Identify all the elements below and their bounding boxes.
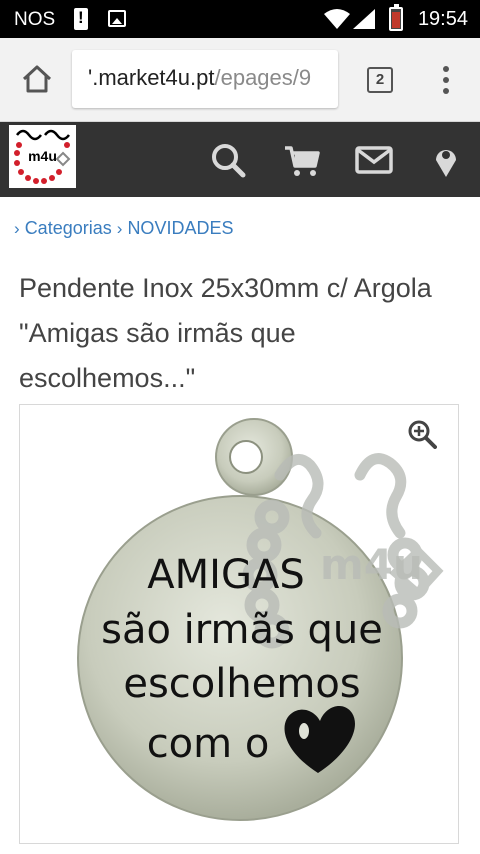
breadcrumb-chevron-icon: ›: [14, 219, 20, 238]
home-icon[interactable]: [20, 62, 54, 96]
status-bar: NOS 19:54: [0, 0, 480, 38]
browser-toolbar: '.market4u.pt/epages/9 2: [0, 38, 480, 122]
pendant-line-4: com o: [147, 721, 270, 767]
logo-text: m4u: [28, 148, 57, 164]
wifi-icon: [324, 9, 350, 29]
breadcrumb-chevron-icon: ›: [116, 219, 123, 238]
overflow-menu-icon[interactable]: [438, 64, 454, 98]
location-pin-icon[interactable]: [426, 140, 466, 180]
breadcrumb-item-novidades[interactable]: NOVIDADES: [127, 218, 233, 238]
product-image[interactable]: m4u AMIGAS são irmãs que escolhemos com …: [19, 404, 459, 844]
alert-notification-icon: [74, 8, 88, 30]
pendant-line-1: AMIGAS: [147, 552, 304, 598]
url-path: /epages/9: [214, 65, 312, 90]
pendant-line-3: escolhemos: [123, 661, 360, 707]
battery-icon: [389, 4, 403, 31]
clock: 19:54: [417, 8, 468, 30]
carrier-name: NOS: [14, 9, 56, 30]
signal-icon: [353, 9, 375, 29]
cart-icon[interactable]: [282, 140, 322, 180]
pendant-line-2: são irmãs que: [101, 607, 383, 653]
breadcrumb: › Categorias › NOVIDADES: [14, 218, 233, 239]
image-notification-icon: [108, 10, 126, 27]
watermark-text: m4u: [320, 540, 423, 589]
product-title: Pendente Inox 25x30mm c/ Argola "Amigas …: [19, 273, 432, 393]
pendant-graphic: m4u AMIGAS são irmãs que escolhemos com …: [77, 418, 444, 821]
url-text[interactable]: '.market4u.pt/epages/9: [88, 65, 311, 91]
tab-switcher-button[interactable]: 2: [367, 67, 393, 93]
address-bar[interactable]: '.market4u.pt/epages/9: [72, 50, 338, 108]
site-header: m4u: [0, 122, 480, 197]
site-logo[interactable]: m4u: [9, 125, 76, 188]
search-icon[interactable]: [208, 140, 248, 180]
breadcrumb-item-categorias[interactable]: Categorias: [25, 218, 112, 238]
url-domain: '.market4u.pt: [88, 65, 215, 90]
mail-icon[interactable]: [354, 140, 394, 180]
zoom-in-icon[interactable]: [407, 419, 437, 449]
